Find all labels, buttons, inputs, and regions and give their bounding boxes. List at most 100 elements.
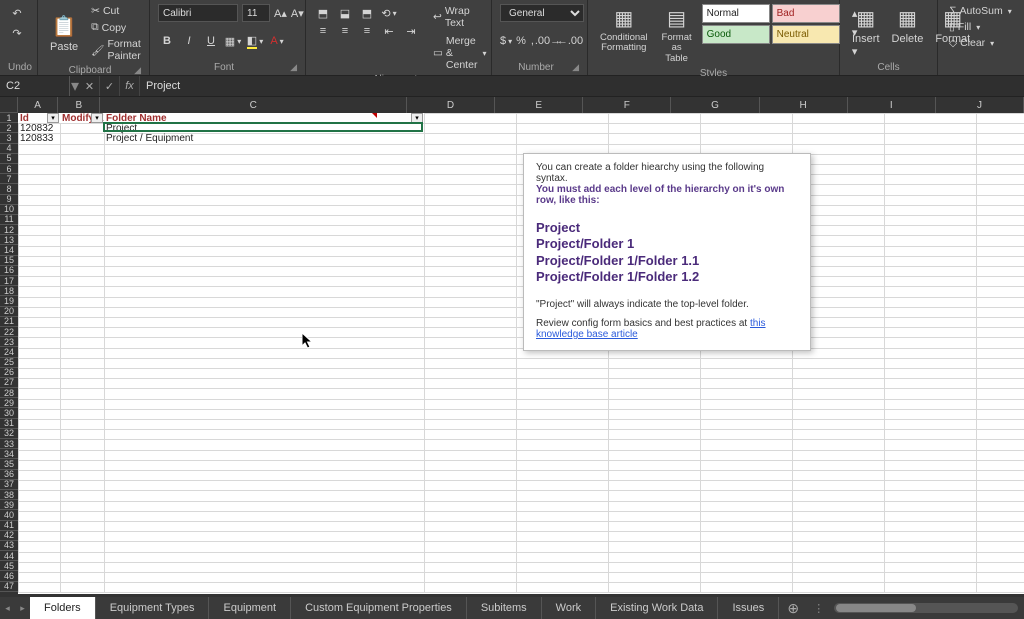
column-header-A[interactable]: A (18, 97, 58, 113)
row-header-25[interactable]: 25 (0, 358, 18, 368)
align-bottom-button[interactable]: ⬒ (358, 4, 376, 22)
merge-center-button[interactable]: ▭Merge & Center (430, 34, 489, 72)
column-header-I[interactable]: I (848, 97, 936, 113)
fill-color-button[interactable]: ◧ (246, 32, 264, 50)
column-header-H[interactable]: H (760, 97, 848, 113)
cells-area[interactable]: IdModify Ex.Folder Name▾▾▾120832120833Pr… (18, 113, 1024, 594)
select-all-corner[interactable] (0, 97, 18, 113)
row-header-3[interactable]: 3 (0, 133, 18, 143)
row-header-15[interactable]: 15 (0, 256, 18, 266)
row-header-13[interactable]: 13 (0, 235, 18, 245)
sheet-tab-work[interactable]: Work (542, 597, 596, 619)
increase-font-button[interactable]: A▴ (274, 4, 287, 22)
row-header-28[interactable]: 28 (0, 388, 18, 398)
cell-c3[interactable]: Project / Equipment (104, 133, 424, 143)
row-header-21[interactable]: 21 (0, 317, 18, 327)
sheet-tab-existing-work-data[interactable]: Existing Work Data (596, 597, 718, 619)
filter-button-B1[interactable]: ▾ (91, 113, 103, 123)
row-header-2[interactable]: 2 (0, 123, 18, 133)
column-header-C[interactable]: C (100, 97, 407, 113)
borders-button[interactable]: ▦ (224, 32, 242, 50)
column-header-D[interactable]: D (407, 97, 495, 113)
align-right-button[interactable]: ≡ (358, 22, 376, 40)
row-header-17[interactable]: 17 (0, 276, 18, 286)
row-header-41[interactable]: 41 (0, 521, 18, 531)
row-header-4[interactable]: 4 (0, 144, 18, 154)
style-normal[interactable]: Normal (702, 4, 770, 23)
filter-button-A1[interactable]: ▾ (47, 113, 59, 123)
formula-input[interactable] (140, 76, 1024, 96)
cell-a3[interactable]: 120833 (18, 133, 60, 143)
undo-button[interactable]: ↶ (8, 4, 26, 22)
cell-c2[interactable]: Project (104, 123, 424, 133)
clipboard-dialog-launcher[interactable]: ◢ (134, 65, 141, 76)
autosum-button[interactable]: ∑AutoSum (946, 4, 1010, 18)
row-header-12[interactable]: 12 (0, 225, 18, 235)
align-middle-button[interactable]: ⬓ (336, 4, 354, 22)
row-header-24[interactable]: 24 (0, 347, 18, 357)
sheet-tab-subitems[interactable]: Subitems (467, 597, 542, 619)
row-header-11[interactable]: 11 (0, 215, 18, 225)
sheet-tab-folders[interactable]: Folders (30, 597, 96, 619)
name-box[interactable] (0, 76, 70, 96)
row-header-14[interactable]: 14 (0, 245, 18, 255)
enter-formula-button[interactable]: ✓ (100, 76, 120, 96)
tab-nav-prev[interactable]: ▸ (15, 597, 30, 619)
row-header-22[interactable]: 22 (0, 327, 18, 337)
redo-button[interactable]: ↷ (8, 24, 26, 42)
insert-cells-button[interactable]: ▦Insert (848, 4, 884, 47)
sheet-tab-equipment-types[interactable]: Equipment Types (96, 597, 210, 619)
row-header-46[interactable]: 46 (0, 571, 18, 581)
number-format-select[interactable]: General (500, 4, 584, 22)
horizontal-scrollbar-thumb[interactable] (836, 604, 916, 612)
row-header-37[interactable]: 37 (0, 480, 18, 490)
row-header-47[interactable]: 47 (0, 582, 18, 592)
column-header-F[interactable]: F (583, 97, 671, 113)
increase-decimal-button[interactable]: .00→ (539, 32, 557, 50)
copy-button[interactable]: ⧉Copy (88, 20, 144, 35)
cell-a2[interactable]: 120832 (18, 123, 60, 133)
knowledge-base-link[interactable]: this knowledge base article (536, 318, 766, 340)
italic-button[interactable]: I (180, 32, 198, 50)
row-header-40[interactable]: 40 (0, 510, 18, 520)
increase-indent-button[interactable]: ⇥ (402, 22, 420, 40)
font-name-select[interactable] (158, 4, 238, 22)
decrease-font-button[interactable]: A▾ (291, 4, 304, 22)
row-header-42[interactable]: 42 (0, 531, 18, 541)
font-size-select[interactable] (242, 4, 270, 22)
row-header-34[interactable]: 34 (0, 449, 18, 459)
name-box-dropdown[interactable]: ▾ (70, 76, 80, 96)
style-good[interactable]: Good (702, 25, 770, 44)
row-header-26[interactable]: 26 (0, 368, 18, 378)
row-header-38[interactable]: 38 (0, 490, 18, 500)
decrease-indent-button[interactable]: ⇤ (380, 22, 398, 40)
cut-button[interactable]: ✂Cut (88, 4, 144, 18)
underline-button[interactable]: U (202, 32, 220, 50)
row-header-1[interactable]: 1 (0, 113, 18, 123)
row-header-32[interactable]: 32 (0, 429, 18, 439)
cell-styles-gallery[interactable]: Normal Bad Good Neutral (702, 4, 840, 44)
row-header-44[interactable]: 44 (0, 551, 18, 561)
row-header-39[interactable]: 39 (0, 500, 18, 510)
paste-button[interactable]: 📋 Paste (46, 4, 82, 63)
column-header-E[interactable]: E (495, 97, 583, 113)
font-color-button[interactable]: A (268, 32, 286, 50)
align-center-button[interactable]: ≡ (336, 22, 354, 40)
row-header-36[interactable]: 36 (0, 470, 18, 480)
sheet-tab-equipment[interactable]: Equipment (209, 597, 291, 619)
row-header-7[interactable]: 7 (0, 174, 18, 184)
conditional-formatting-button[interactable]: ▦ Conditional Formatting (596, 4, 652, 56)
align-left-button[interactable]: ≡ (314, 22, 332, 40)
row-header-9[interactable]: 9 (0, 195, 18, 205)
percent-format-button[interactable]: % (516, 32, 526, 50)
row-header-33[interactable]: 33 (0, 439, 18, 449)
filter-button-C1[interactable]: ▾ (411, 113, 423, 123)
align-top-button[interactable]: ⬒ (314, 4, 332, 22)
scroll-split-handle[interactable]: ⋮ (813, 602, 824, 615)
row-header-35[interactable]: 35 (0, 459, 18, 469)
row-header-8[interactable]: 8 (0, 184, 18, 194)
cancel-formula-button[interactable]: ✕ (80, 76, 100, 96)
column-header-J[interactable]: J (936, 97, 1024, 113)
row-header-27[interactable]: 27 (0, 378, 18, 388)
format-painter-button[interactable]: 🖌Format Painter (88, 37, 144, 63)
